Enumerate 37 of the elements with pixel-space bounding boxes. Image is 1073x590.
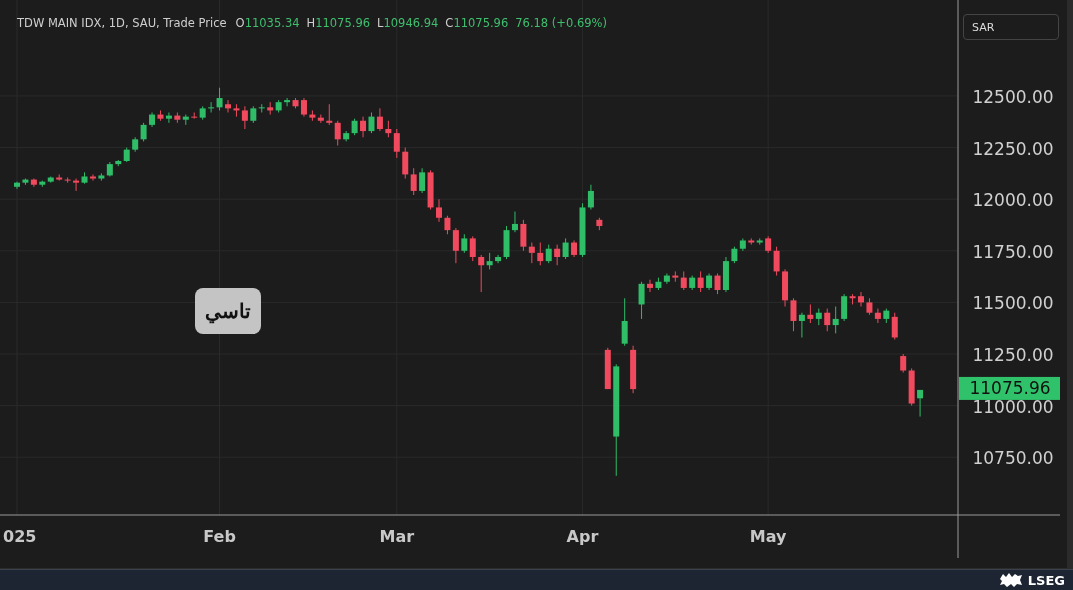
legend-title: TDW MAIN IDX, 1D, SAU, Trade Price — [17, 16, 227, 30]
price-label: 11075.96 — [959, 376, 1060, 400]
x-axis-label: 025 — [3, 527, 37, 546]
legend-value: 11075.96 — [315, 16, 371, 30]
candlestick — [858, 291, 864, 307]
legend-key: C — [445, 16, 454, 30]
legend-value: 11035.34 — [244, 16, 300, 30]
legend-key: H — [306, 16, 316, 30]
candlestick — [638, 281, 645, 320]
candlestick — [436, 198, 442, 223]
x-axis-label: Mar — [379, 527, 415, 546]
y-axis-label: 11500.00 — [972, 293, 1054, 314]
x-axis-label: May — [749, 527, 787, 546]
candlestick — [14, 181, 20, 190]
legend-value: 11075.96 — [453, 16, 509, 30]
currency-button[interactable]: SAR — [963, 14, 1059, 40]
y-axis-label: 12500.00 — [972, 87, 1054, 107]
legend-key: L — [377, 16, 384, 30]
y-axis-label: 11250.00 — [972, 345, 1054, 365]
y-axis-label: 12000.00 — [972, 190, 1054, 211]
candlestick — [917, 389, 924, 418]
x-axis-label: Apr — [566, 527, 599, 546]
candlestick — [604, 347, 611, 390]
candlestick — [596, 217, 603, 231]
candlestick — [621, 297, 628, 347]
legend-change: 76.18 (+0.69%) — [515, 16, 607, 30]
y-axis-label: 11750.00 — [972, 241, 1054, 262]
candlestick — [647, 279, 653, 293]
candlestick — [225, 99, 231, 113]
chart-label: تاسي — [195, 288, 261, 334]
y-axis-label: 10750.00 — [972, 448, 1054, 469]
y-axis-label: 12250.00 — [972, 138, 1054, 159]
legend-key: O — [235, 16, 245, 30]
legend-value: 10946.94 — [383, 16, 439, 30]
candlestick — [630, 345, 637, 394]
brand-name: LSEG — [1027, 572, 1065, 588]
x-axis-label: Feb — [203, 527, 236, 546]
